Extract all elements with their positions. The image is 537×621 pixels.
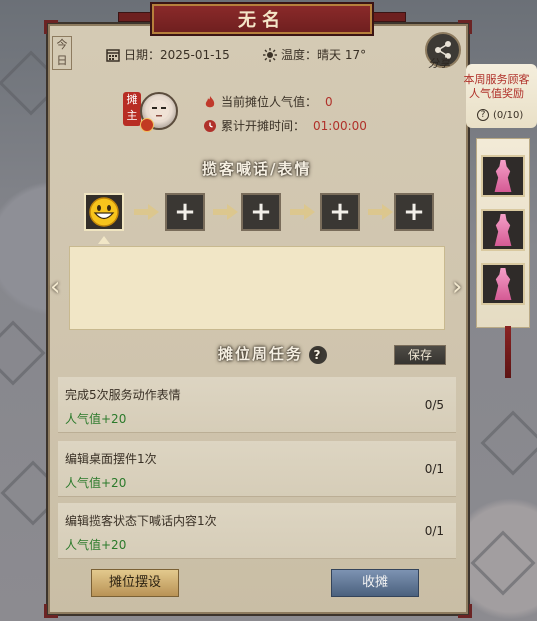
add-icon: + bbox=[174, 197, 196, 227]
add-icon: + bbox=[329, 197, 351, 227]
shout-slot-4[interactable]: + bbox=[320, 193, 360, 231]
today-tag: 今日 bbox=[52, 36, 72, 70]
reward-scroll-text: 本周服务顾客 人气值奖励 bbox=[456, 73, 537, 101]
close-stall-button[interactable]: 收摊 bbox=[331, 569, 419, 597]
shout-section-title: 揽客喊话/表情 bbox=[202, 160, 312, 178]
task-reward: 人气值+20 bbox=[65, 476, 127, 490]
chevron-right-icon bbox=[213, 204, 238, 220]
task-name: 编辑桌面摆件1次 bbox=[65, 452, 157, 466]
window-title: 无名 bbox=[238, 10, 286, 31]
title-bar: 无名 bbox=[150, 2, 374, 36]
action-slot-1[interactable] bbox=[481, 155, 525, 197]
add-icon: + bbox=[403, 197, 425, 227]
tassel-ornament bbox=[505, 326, 511, 378]
chevron-right-icon bbox=[368, 204, 393, 220]
reward-line-1: 本周服务顾客 bbox=[463, 73, 530, 86]
shout-slot-3[interactable]: + bbox=[241, 193, 281, 231]
date-label: 日期： bbox=[124, 48, 161, 62]
grinning-face-icon bbox=[89, 197, 119, 227]
prev-arrow-icon[interactable]: ‹ bbox=[50, 272, 60, 302]
bow-pose-icon bbox=[494, 160, 512, 192]
weekly-tasks-title: 摊位周任务? bbox=[218, 343, 328, 364]
shout-text-field[interactable] bbox=[69, 246, 445, 330]
owner-seal: 摊主 bbox=[123, 92, 141, 126]
greet-pose-icon bbox=[494, 214, 512, 246]
shout-slot-1[interactable] bbox=[84, 193, 124, 231]
title-ornament-right bbox=[370, 12, 406, 22]
add-icon: + bbox=[250, 197, 272, 227]
next-arrow-icon[interactable]: › bbox=[452, 272, 462, 302]
flame-icon bbox=[205, 95, 215, 107]
clock-icon bbox=[204, 119, 216, 132]
open-time-stat: 累计开摊时间： 01:00:00 bbox=[203, 117, 367, 134]
open-time-label: 累计开摊时间： bbox=[221, 119, 306, 133]
title-ornament-left bbox=[118, 12, 154, 22]
task-progress: 0/5 bbox=[424, 398, 444, 412]
popularity-value: 0 bbox=[325, 94, 333, 109]
weekly-tasks-title-text: 摊位周任务 bbox=[218, 345, 304, 363]
help-icon[interactable]: ? bbox=[309, 345, 328, 364]
help-icon[interactable]: ? bbox=[477, 109, 489, 121]
flame-badge-icon bbox=[140, 118, 154, 132]
task-reward: 人气值+20 bbox=[65, 538, 127, 552]
share-label: 分享 bbox=[428, 57, 450, 70]
date-info: 日期： 2025-01-15 bbox=[106, 46, 230, 63]
popularity-stat: 当前摊位人气值： 0 bbox=[203, 93, 333, 110]
task-progress: 0/1 bbox=[424, 524, 444, 538]
action-slot-2[interactable] bbox=[481, 209, 525, 251]
shout-slot-2[interactable]: + bbox=[165, 193, 205, 231]
task-name: 编辑揽客状态下喊话内容1次 bbox=[65, 514, 217, 528]
save-button[interactable]: 保存 bbox=[394, 345, 446, 365]
date-value: 2025-01-15 bbox=[160, 47, 230, 62]
selection-pointer bbox=[98, 236, 110, 244]
calendar-icon bbox=[106, 48, 120, 62]
shout-slot-5[interactable]: + bbox=[394, 193, 434, 231]
temperature-label: 温度： bbox=[281, 48, 318, 62]
chevron-right-icon bbox=[290, 204, 315, 220]
task-name: 完成5次服务动作表情 bbox=[65, 388, 181, 402]
temperature-info: 温度： 晴天 17° bbox=[263, 46, 366, 63]
popularity-label: 当前摊位人气值： bbox=[221, 95, 318, 109]
task-row: 编辑桌面摆件1次 人气值+20 0/1 bbox=[58, 441, 456, 497]
chevron-right-icon bbox=[134, 204, 159, 220]
stall-layout-button[interactable]: 摊位摆设 bbox=[91, 569, 179, 597]
sun-icon bbox=[263, 47, 277, 62]
task-row: 完成5次服务动作表情 人气值+20 0/5 bbox=[58, 377, 456, 433]
action-slot-3[interactable] bbox=[481, 263, 525, 305]
reward-line-2: 人气值奖励 bbox=[469, 87, 524, 100]
open-time-value: 01:00:00 bbox=[313, 118, 367, 133]
reward-count: ? (0/10) bbox=[477, 109, 523, 121]
task-progress: 0/1 bbox=[424, 462, 444, 476]
reward-count-value: (0/10) bbox=[493, 109, 524, 121]
task-reward: 人气值+20 bbox=[65, 412, 127, 426]
temperature-value: 晴天 17° bbox=[317, 48, 367, 62]
kneel-pose-icon bbox=[494, 268, 512, 300]
task-row: 编辑揽客状态下喊话内容1次 人气值+20 0/1 bbox=[58, 503, 456, 559]
